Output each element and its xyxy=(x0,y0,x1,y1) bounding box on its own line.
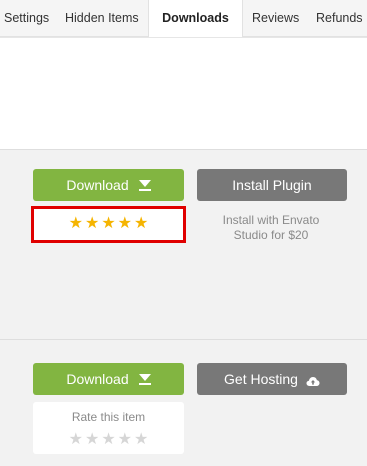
tab-hidden-items[interactable]: Hidden Items xyxy=(65,0,139,37)
star-rating[interactable]: ★ ★ ★ ★ ★ xyxy=(33,432,184,448)
tab-reviews[interactable]: Reviews xyxy=(252,0,299,37)
download-button[interactable]: Download xyxy=(33,169,184,201)
cloud-upload-icon xyxy=(306,374,320,386)
star-icon[interactable]: ★ xyxy=(69,432,83,448)
install-plugin-button[interactable]: Install Plugin xyxy=(197,169,347,201)
content-blank-area xyxy=(0,37,367,149)
tab-downloads[interactable]: Downloads xyxy=(148,0,243,38)
download-button-label: Download xyxy=(66,177,129,193)
download-button-label: Download xyxy=(66,371,129,387)
rating-box: Rate this item ★ ★ ★ ★ ★ xyxy=(33,402,184,454)
download-button[interactable]: Download xyxy=(33,363,184,395)
tab-settings[interactable]: Settings xyxy=(4,0,49,37)
get-hosting-button[interactable]: Get Hosting xyxy=(197,363,347,395)
star-icon[interactable]: ★ xyxy=(134,432,148,448)
tab-refunds[interactable]: Refunds xyxy=(316,0,363,37)
highlight-box xyxy=(31,206,186,243)
star-icon[interactable]: ★ xyxy=(85,432,99,448)
rate-this-item-label: Rate this item xyxy=(71,410,146,424)
star-icon[interactable]: ★ xyxy=(101,432,115,448)
download-item-2: Download Get Hosting Rate this item ★ ★ ★ ★… xyxy=(0,339,367,466)
download-item-1: Download Install Plugin ★ ★ ★ ★ ★ Install wi… xyxy=(0,149,367,339)
install-plugin-label: Install Plugin xyxy=(232,177,312,193)
tab-bar: Settings Hidden Items Downloads Reviews … xyxy=(0,0,367,38)
star-icon[interactable]: ★ xyxy=(118,432,132,448)
download-arrow-icon xyxy=(138,373,151,385)
install-note: Install with Envato Studio for $20 xyxy=(222,213,320,242)
get-hosting-label: Get Hosting xyxy=(224,371,298,387)
download-arrow-icon xyxy=(138,179,151,191)
